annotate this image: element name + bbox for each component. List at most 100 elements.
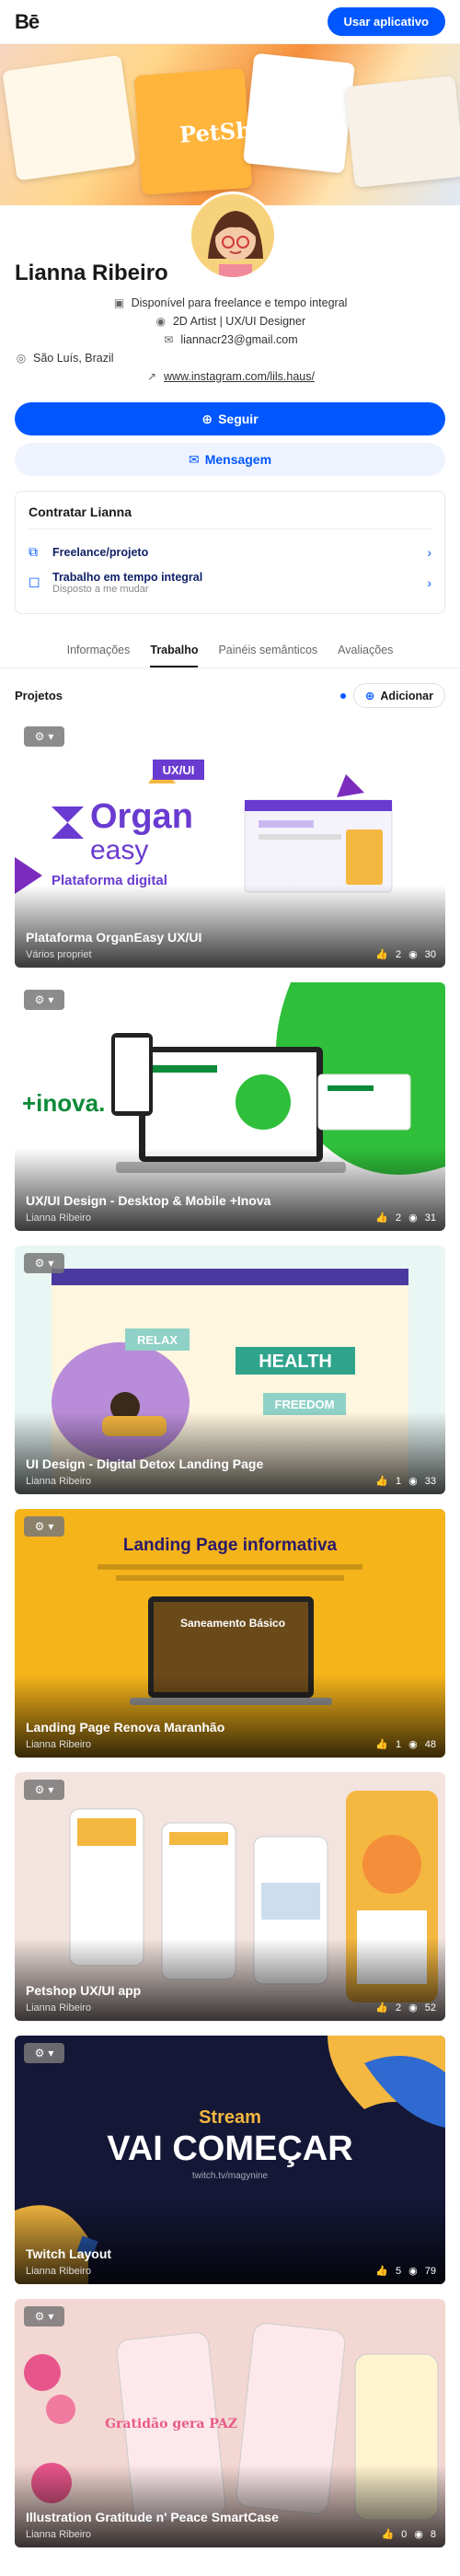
email-text[interactable]: liannacr23@gmail.com	[180, 333, 297, 346]
project-card[interactable]: ⚙ ▾ Stream VAI COMEÇAR twitch.tv/magynine…	[15, 2036, 445, 2284]
add-wrap: ⊕ Adicionar	[339, 683, 445, 708]
project-author[interactable]: Lianna Ribeiro	[26, 2002, 91, 2013]
project-author[interactable]: Lianna Ribeiro	[26, 2266, 91, 2277]
banner-card	[243, 52, 355, 174]
thumbs-up-icon: 👍	[375, 1739, 389, 1750]
freedom-label: FREEDOM	[275, 1398, 335, 1411]
tab-avaliacoes[interactable]: Avaliações	[338, 634, 393, 667]
project-card[interactable]: ⚙ ▾ RELAX HEALTH FREEDOM UI Design - Digi…	[15, 1246, 445, 1494]
project-card[interactable]: ⚙ ▾ +inova. UX/UI Design - Desktop & Mobi…	[15, 982, 445, 1231]
eye-icon: ◉	[408, 1476, 418, 1487]
eye-icon: ◉	[414, 2529, 423, 2540]
mail-icon: ✉	[164, 333, 174, 346]
profile-banner: PetShop	[0, 44, 460, 205]
hire-title: Contratar Lianna	[29, 505, 132, 519]
project-stats: 👍 1 ◉ 48	[375, 1738, 436, 1751]
project-author[interactable]: Lianna Ribeiro	[26, 1476, 91, 1487]
likes-count: 1	[396, 1475, 402, 1487]
plus-circle-icon: ⊕	[364, 690, 375, 702]
settings-menu[interactable]: ⚙ ▾	[24, 1516, 64, 1537]
likes-count: 2	[396, 1212, 402, 1224]
project-author[interactable]: Lianna Ribeiro	[26, 2529, 91, 2540]
project-author[interactable]: Lianna Ribeiro	[26, 1739, 91, 1750]
profile-info: ▣ Disponível para freelance e tempo inte…	[0, 286, 460, 386]
chevron-down-icon: ▾	[48, 2310, 54, 2323]
avatar-illustration	[191, 194, 274, 277]
add-label: Adicionar	[380, 689, 433, 702]
project-stats: 👍 2 ◉ 52	[375, 2002, 436, 2014]
gear-icon: ⚙	[34, 2310, 45, 2323]
stream-a: Stream	[199, 2107, 261, 2128]
message-label: Mensagem	[204, 452, 272, 467]
tab-informacoes[interactable]: Informações	[67, 634, 131, 667]
settings-menu[interactable]: ⚙ ▾	[24, 990, 64, 1010]
gear-icon: ⚙	[34, 1257, 45, 1270]
gear-icon: ⚙	[34, 1520, 45, 1533]
hire-option-freelance[interactable]: ⧉ Freelance/projeto ›	[29, 539, 431, 565]
freelance-icon: ⧉	[29, 544, 38, 559]
location-text: São Luís, Brazil	[33, 352, 114, 365]
eye-icon: ◉	[408, 1739, 418, 1750]
project-card[interactable]: ⚙ ▾ Petshop UX/UI app Lianna Ribeiro 👍 2 ◉…	[15, 1772, 445, 2021]
project-title: UI Design - Digital Detox Landing Page	[26, 1456, 264, 1472]
relax-label: RELAX	[137, 1333, 178, 1347]
views-count: 79	[424, 2265, 436, 2277]
views-count: 52	[424, 2002, 436, 2013]
settings-menu[interactable]: ⚙ ▾	[24, 726, 64, 747]
chevron-down-icon: ▾	[48, 730, 54, 743]
hire-option-fulltime[interactable]: ☐ Trabalho em tempo integral Disposto a …	[29, 565, 431, 600]
availability-row: ▣ Disponível para freelance e tempo inte…	[15, 294, 445, 312]
add-button[interactable]: ⊕ Adicionar	[352, 683, 445, 708]
thumbs-up-icon: 👍	[375, 2266, 389, 2277]
thumbs-up-icon: 👍	[375, 1213, 389, 1224]
settings-menu[interactable]: ⚙ ▾	[24, 1780, 64, 1800]
eye-icon: ◉	[408, 1213, 418, 1224]
project-title: Illustration Gratitude n' Peace SmartCas…	[26, 2510, 279, 2525]
project-stats: 👍 2 ◉ 31	[375, 1212, 436, 1224]
use-app-button[interactable]: Usar aplicativo	[327, 7, 445, 36]
lp-card: Saneamento Básico	[180, 1617, 285, 1630]
envelope-icon: ✉	[188, 451, 200, 467]
top-bar: Bē Usar aplicativo	[0, 0, 460, 44]
follow-label: Seguir	[218, 412, 259, 426]
email-row: ✉ liannacr23@gmail.com	[15, 331, 445, 349]
likes-count: 2	[396, 948, 402, 960]
organ-logo-a: Organ	[90, 797, 193, 836]
thumbs-up-icon: 👍	[375, 1476, 389, 1487]
website-link[interactable]: www.instagram.com/lils.haus/	[164, 370, 315, 383]
likes-count: 5	[396, 2265, 402, 2277]
follow-button[interactable]: ⊕ Seguir	[15, 402, 445, 435]
project-card[interactable]: ⚙ ▾ Landing Page informativa Saneamento B…	[15, 1509, 445, 1758]
tab-trabalho[interactable]: Trabalho	[150, 634, 199, 667]
settings-menu[interactable]: ⚙ ▾	[24, 2306, 64, 2327]
settings-menu[interactable]: ⚙ ▾	[24, 2043, 64, 2063]
behance-logo[interactable]: Bē	[15, 10, 40, 34]
fulltime-icon: ☐	[29, 574, 40, 590]
stream-b: VAI COMEÇAR	[107, 2129, 352, 2168]
eye-icon: ◉	[408, 949, 418, 960]
divider	[29, 528, 431, 529]
project-card[interactable]: ⚙ ▾ Gratidão gera PAZ Illustration Gratit…	[15, 2299, 445, 2547]
availability-text: Disponível para freelance e tempo integr…	[131, 296, 348, 309]
inova-logo: +inova.	[22, 1089, 105, 1117]
gear-icon: ⚙	[34, 2047, 45, 2060]
project-author[interactable]: Vários propriet	[26, 949, 92, 960]
tab-paineis[interactable]: Painéis semânticos	[218, 634, 317, 667]
hire-option-title: Trabalho em tempo integral	[52, 571, 203, 584]
external-link-icon: ↗	[146, 370, 157, 383]
health-label: HEALTH	[259, 1352, 332, 1372]
settings-menu[interactable]: ⚙ ▾	[24, 1253, 64, 1273]
project-author[interactable]: Lianna Ribeiro	[26, 1213, 91, 1224]
project-card[interactable]: ⚙ ▾ UX/UI Organ easy Plataforma digital P…	[15, 719, 445, 968]
views-count: 8	[430, 2528, 436, 2540]
chevron-down-icon: ▾	[48, 2047, 54, 2060]
profile-tabs: Informações Trabalho Painéis semânticos …	[0, 634, 460, 668]
thumbs-up-icon: 👍	[375, 949, 389, 960]
briefcase-icon: ▣	[113, 296, 125, 309]
views-count: 30	[424, 948, 436, 960]
project-stats: 👍 5 ◉ 79	[375, 2265, 436, 2278]
hire-option-sub: Disposto a me mudar	[52, 584, 149, 595]
project-title: Landing Page Renova Maranhão	[26, 1720, 225, 1735]
project-title: UX/UI Design - Desktop & Mobile +Inova	[26, 1193, 271, 1209]
message-button[interactable]: ✉ Mensagem	[15, 443, 445, 476]
